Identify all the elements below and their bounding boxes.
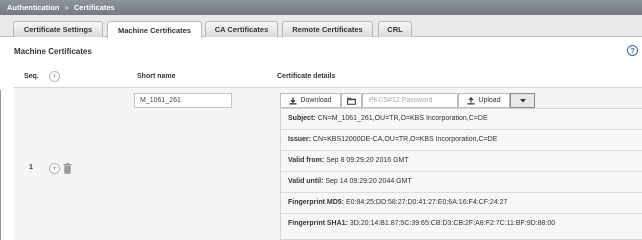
detail-divider bbox=[281, 171, 642, 172]
column-header-certificate-details: Certificate details bbox=[277, 73, 336, 80]
detail-md5-value: E0:84:25:DD:58:27:D0:41:27:E0:6A:16:F4:C… bbox=[345, 199, 508, 206]
detail-valid-from-value: Sep 8 09:29:20 2016 GMT bbox=[326, 157, 409, 164]
detail-issuer: Issuer: CN=KBS12000DE-CA,OU=TR,O=KBS Inc… bbox=[288, 136, 497, 143]
upload-icon bbox=[467, 96, 475, 104]
detail-valid-until: Valid until: Sep 14 09:29:20 2044 GMT bbox=[288, 178, 412, 185]
breadcrumb: Authentication » Certificates bbox=[0, 0, 642, 15]
detail-divider bbox=[281, 129, 642, 130]
row-seq-number: 1 bbox=[29, 164, 33, 171]
detail-fingerprint-sha1: Fingerprint SHA1: 3D:20:14:B1:87:5C:39:6… bbox=[288, 220, 555, 227]
detail-divider bbox=[281, 192, 642, 193]
detail-md5-label: Fingerprint MD5: bbox=[288, 199, 344, 206]
add-row-icon[interactable]: + bbox=[49, 71, 60, 82]
tab-certificate-settings[interactable]: Certificate Settings bbox=[13, 21, 103, 37]
breadcrumb-separator: » bbox=[64, 3, 69, 12]
tab-bar: Certificate Settings Machine Certificate… bbox=[0, 15, 642, 38]
upload-button[interactable]: Upload bbox=[458, 93, 510, 108]
tab-remote-certificates[interactable]: Remote Certificates bbox=[282, 21, 373, 37]
detail-fingerprint-md5: Fingerprint MD5: E0:84:25:DD:58:27:D0:41… bbox=[288, 199, 507, 206]
breadcrumb-parent[interactable]: Authentication bbox=[7, 3, 60, 12]
tab-machine-certificates[interactable]: Machine Certificates bbox=[107, 21, 202, 38]
detail-divider bbox=[281, 150, 642, 151]
trash-icon[interactable] bbox=[63, 163, 72, 174]
upload-label: Upload bbox=[478, 97, 501, 104]
download-label: Download bbox=[300, 97, 332, 104]
help-icon[interactable]: ? bbox=[627, 45, 638, 56]
pkcs12-password-input[interactable] bbox=[362, 93, 458, 108]
detail-sha1-label: Fingerprint SHA1: bbox=[288, 220, 348, 227]
breadcrumb-current: Certificates bbox=[73, 3, 115, 12]
detail-valid-until-label: Valid until: bbox=[288, 178, 324, 185]
detail-issuer-value: CN=KBS12000DE-CA,OU=TR,O=KBS Incorporati… bbox=[312, 136, 498, 143]
detail-valid-from-label: Valid from: bbox=[288, 157, 325, 164]
tab-ca-certificates[interactable]: CA Certificates bbox=[205, 21, 278, 37]
tab-crl[interactable]: CRL bbox=[378, 21, 412, 37]
download-icon bbox=[289, 97, 297, 104]
detail-valid-from: Valid from: Sep 8 09:29:20 2016 GMT bbox=[288, 157, 409, 164]
section-title: Machine Certificates bbox=[14, 47, 92, 56]
folder-icon bbox=[347, 97, 356, 105]
caret-down-icon bbox=[519, 98, 526, 102]
detail-valid-until-value: Sep 14 09:29:20 2044 GMT bbox=[325, 178, 412, 185]
column-header-seq: Seq. bbox=[24, 73, 39, 80]
detail-subject: Subject: CN=M_1061_261,OU=TR,O=KBS Incor… bbox=[288, 115, 488, 122]
detail-issuer-label: Issuer: bbox=[288, 136, 311, 143]
detail-divider bbox=[281, 213, 642, 214]
browse-file-button[interactable] bbox=[341, 93, 362, 108]
detail-subject-value: CN=M_1061_261,OU=TR,O=KBS Incorporation,… bbox=[317, 115, 488, 122]
detail-subject-label: Subject: bbox=[288, 115, 316, 122]
detail-sha1-value: 3D:20:14:B1:87:5C:39:65:CB:D3:CB:2F:A8:F… bbox=[349, 220, 556, 227]
more-actions-dropdown[interactable] bbox=[510, 93, 535, 108]
left-edge-divider bbox=[0, 90, 2, 240]
download-button[interactable]: Download bbox=[280, 93, 341, 108]
short-name-input[interactable] bbox=[134, 93, 232, 108]
column-header-short-name: Short name bbox=[137, 73, 176, 80]
row-add-icon[interactable]: + bbox=[49, 163, 60, 174]
